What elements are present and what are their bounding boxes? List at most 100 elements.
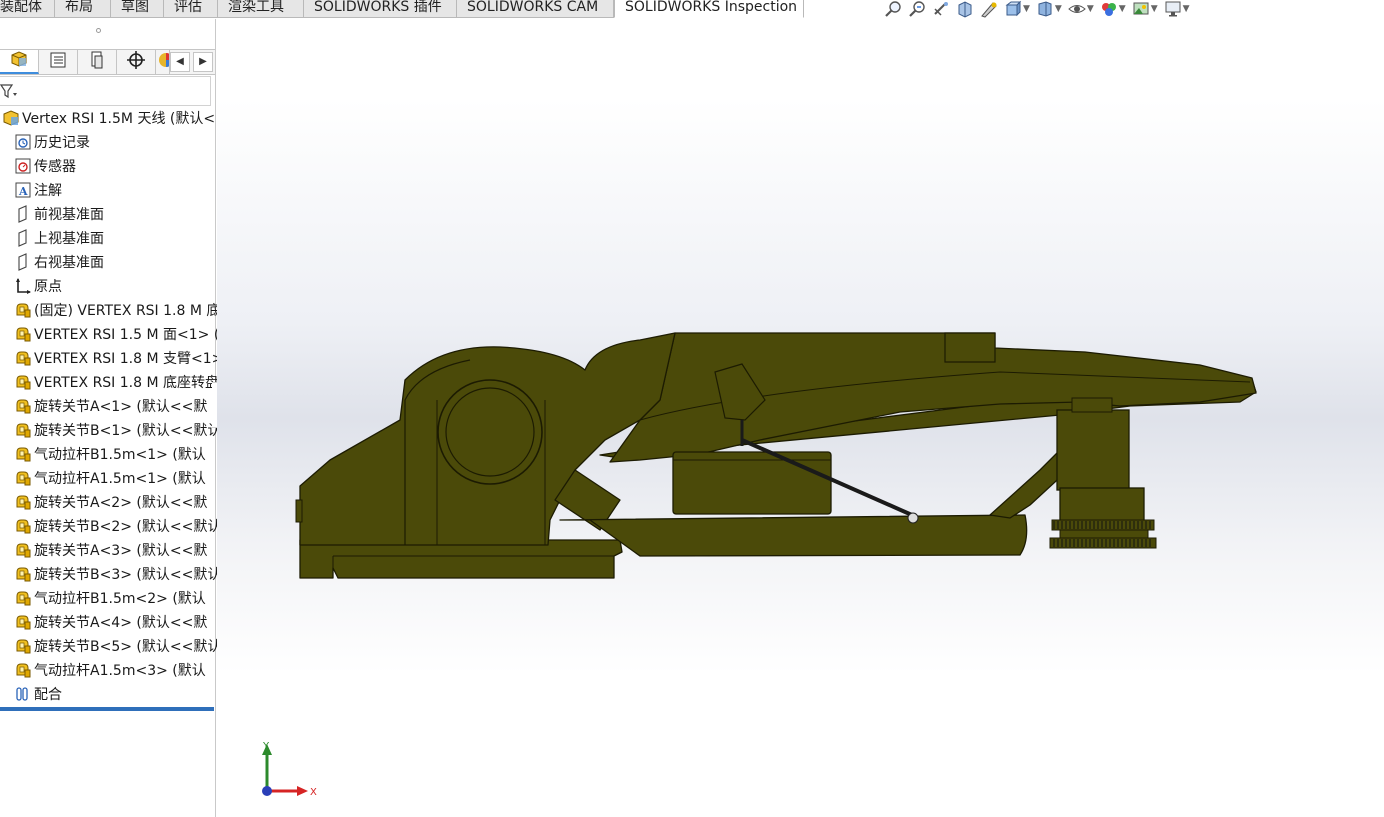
scroll-left-arrow[interactable]: ◀ bbox=[170, 52, 190, 72]
tree-item[interactable]: VERTEX RSI 1.8 M 底座转盘 bbox=[0, 371, 227, 393]
command-tabs: 装配体 布局 草图 评估 渲染工具 SOLIDWORKS 插件 SOLIDWOR… bbox=[0, 0, 804, 19]
previous-view-icon[interactable] bbox=[932, 0, 950, 18]
tree-item[interactable]: 原点 bbox=[0, 275, 227, 297]
svg-text:A: A bbox=[18, 185, 28, 198]
section-view-icon[interactable] bbox=[956, 0, 974, 18]
tree-item[interactable]: 旋转关节A<2> (默认<<默 bbox=[0, 491, 227, 513]
tree-item[interactable]: 右视基准面 bbox=[0, 251, 227, 273]
view-orientation-icon[interactable]: ▼ bbox=[1004, 0, 1036, 18]
plane-icon bbox=[12, 204, 34, 224]
part-icon bbox=[12, 612, 34, 632]
tree-item-label: 注解 bbox=[34, 183, 62, 199]
tree-filter[interactable] bbox=[0, 76, 211, 106]
dimxpert-manager-icon bbox=[126, 50, 146, 74]
tree-item-label: 气动拉杆A1.5m<1> (默认 bbox=[34, 471, 206, 487]
tree-item[interactable]: 气动拉杆A1.5m<3> (默认 bbox=[0, 659, 227, 681]
z-axis-icon bbox=[262, 786, 272, 796]
tree-item[interactable]: 上视基准面 bbox=[0, 227, 227, 249]
tree-item[interactable]: 气动拉杆B1.5m<1> (默认 bbox=[0, 443, 227, 465]
gear-ring-upper bbox=[1051, 519, 1155, 531]
rear-strut bbox=[989, 449, 1069, 519]
y-axis-label: Y bbox=[262, 741, 270, 752]
part-icon bbox=[12, 540, 34, 560]
tree-item[interactable]: VERTEX RSI 1.8 M 支臂<1> bbox=[0, 347, 227, 369]
display-manager-icon bbox=[156, 50, 169, 74]
filter-icon[interactable] bbox=[0, 83, 18, 103]
tree-item[interactable]: 前视基准面 bbox=[0, 203, 227, 225]
chevron-down-icon[interactable]: ▼ bbox=[1023, 4, 1030, 14]
chevron-down-icon[interactable]: ▼ bbox=[1151, 4, 1158, 14]
tab-evaluate[interactable]: 评估 bbox=[164, 0, 218, 18]
tree-item[interactable]: A 注解 bbox=[0, 179, 227, 201]
chevron-down-icon[interactable]: ▼ bbox=[1183, 4, 1190, 14]
tree-item[interactable]: 旋转关节B<1> (默认<<默认 bbox=[0, 419, 227, 441]
tree-item-label: 旋转关节B<3> (默认<<默认 bbox=[34, 567, 222, 583]
antenna-assembly-model[interactable] bbox=[217, 19, 1384, 817]
feature-manager-icon bbox=[9, 49, 29, 73]
part-icon bbox=[12, 468, 34, 488]
part-icon bbox=[12, 396, 34, 416]
command-manager-tabbar: 装配体 布局 草图 评估 渲染工具 SOLIDWORKS 插件 SOLIDWOR… bbox=[0, 0, 1384, 19]
tree-item[interactable]: VERTEX RSI 1.5 M 面<1> ( bbox=[0, 323, 227, 345]
turntable-upper bbox=[1056, 409, 1130, 491]
rod-end-joint bbox=[907, 512, 919, 524]
assembly-icon bbox=[0, 108, 22, 128]
feature-manager-panel: ◀ ▶ Vertex RSI 1.5M 天线 (默认< 历史记录传感器 A 注解前视基… bbox=[0, 19, 227, 817]
tab-solidworks-addins[interactable]: SOLIDWORKS 插件 bbox=[304, 0, 457, 18]
property-manager-tab[interactable] bbox=[39, 50, 78, 74]
dimxpert-manager-tab[interactable] bbox=[117, 50, 156, 74]
tree-item-label: VERTEX RSI 1.5 M 面<1> ( bbox=[34, 327, 220, 343]
tree-item[interactable]: 气动拉杆A1.5m<1> (默认 bbox=[0, 467, 227, 489]
display-style-icon[interactable]: ▼ bbox=[1036, 0, 1068, 18]
tab-sketch[interactable]: 草图 bbox=[111, 0, 164, 18]
display-manager-tab[interactable] bbox=[156, 50, 170, 74]
model-parts bbox=[295, 332, 1257, 579]
scroll-right-arrow[interactable]: ▶ bbox=[193, 52, 213, 72]
tree-item-label: 旋转关节B<2> (默认<<默认 bbox=[34, 519, 222, 535]
view-settings-icon[interactable]: ▼ bbox=[1164, 0, 1196, 18]
tab-solidworks-inspection[interactable]: SOLIDWORKS Inspection bbox=[614, 0, 804, 18]
tree-item[interactable]: 配合 bbox=[0, 683, 227, 705]
configuration-manager-tab[interactable] bbox=[78, 50, 117, 74]
tree-item[interactable]: 旋转关节B<5> (默认<<默认 bbox=[0, 635, 227, 657]
tree-item-label: 旋转关节A<4> (默认<<默 bbox=[34, 615, 208, 631]
chevron-down-icon[interactable]: ▼ bbox=[1119, 4, 1126, 14]
tree-item-label: 旋转关节B<1> (默认<<默认 bbox=[34, 423, 222, 439]
hide-show-items-icon[interactable]: ▼ bbox=[1068, 0, 1100, 18]
tab-solidworks-cam[interactable]: SOLIDWORKS CAM bbox=[457, 0, 614, 18]
part-icon bbox=[12, 516, 34, 536]
dynamic-annotation-icon[interactable] bbox=[980, 0, 998, 18]
tree-item[interactable]: 气动拉杆B1.5m<2> (默认 bbox=[0, 587, 227, 609]
graphics-area[interactable]: Y X bbox=[217, 19, 1384, 817]
zoom-to-fit-icon[interactable] bbox=[884, 0, 902, 18]
origin-icon bbox=[12, 276, 34, 296]
tree-item[interactable]: (固定) VERTEX RSI 1.8 M 底座 bbox=[0, 299, 227, 321]
tab-layout[interactable]: 布局 bbox=[55, 0, 111, 18]
tree-item[interactable]: 历史记录 bbox=[0, 131, 227, 153]
tree-item-label: VERTEX RSI 1.8 M 支臂<1> bbox=[34, 351, 224, 367]
turntable-lower bbox=[1059, 487, 1145, 525]
plane-icon bbox=[12, 228, 34, 248]
rollback-bar[interactable] bbox=[0, 707, 214, 711]
tree-item[interactable]: 传感器 bbox=[0, 155, 227, 177]
tree-item[interactable]: 旋转关节B<3> (默认<<默认 bbox=[0, 563, 227, 585]
zoom-to-area-icon[interactable] bbox=[908, 0, 926, 18]
tree-item[interactable]: 旋转关节B<2> (默认<<默认 bbox=[0, 515, 227, 537]
tab-assembly[interactable]: 装配体 bbox=[0, 0, 55, 18]
tree-item[interactable]: 旋转关节A<1> (默认<<默 bbox=[0, 395, 227, 417]
tab-render-tools[interactable]: 渲染工具 bbox=[218, 0, 304, 18]
tree-item[interactable]: Vertex RSI 1.5M 天线 (默认< bbox=[0, 107, 215, 129]
plane-icon bbox=[12, 252, 34, 272]
tree-item[interactable]: 旋转关节A<3> (默认<<默 bbox=[0, 539, 227, 561]
chevron-down-icon[interactable]: ▼ bbox=[1055, 4, 1062, 14]
chevron-down-icon[interactable]: ▼ bbox=[1087, 4, 1094, 14]
tree-item-label: 旋转关节B<5> (默认<<默认 bbox=[34, 639, 222, 655]
apply-scene-icon[interactable]: ▼ bbox=[1132, 0, 1164, 18]
edit-appearance-icon[interactable]: ▼ bbox=[1100, 0, 1132, 18]
part-icon bbox=[12, 564, 34, 584]
tree-item[interactable]: 旋转关节A<4> (默认<<默 bbox=[0, 611, 227, 633]
feature-manager-tab[interactable] bbox=[0, 50, 39, 74]
panel-resize-grip[interactable] bbox=[96, 28, 101, 33]
tree-item-label: 传感器 bbox=[34, 159, 76, 175]
reflector-end-block bbox=[944, 332, 996, 363]
